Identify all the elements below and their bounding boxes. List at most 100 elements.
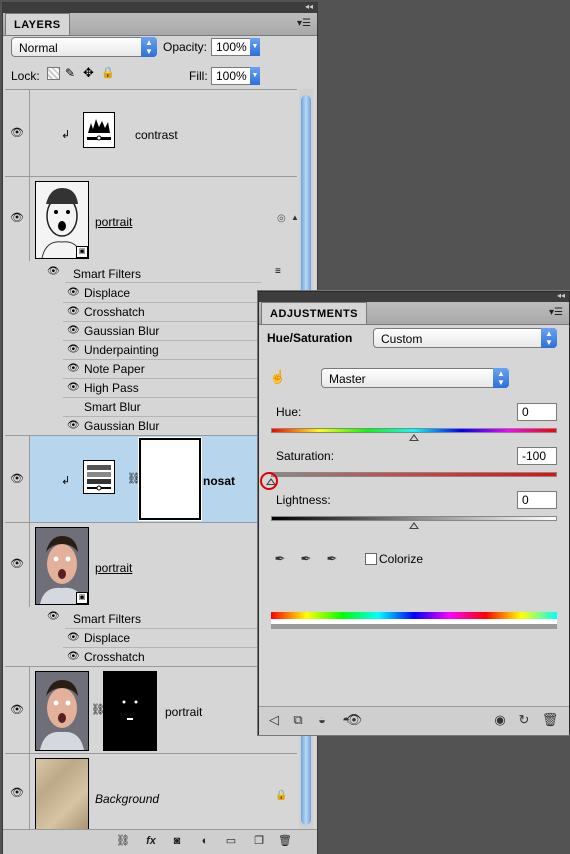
layer-name[interactable]: portrait bbox=[95, 561, 132, 575]
smart-filter-row[interactable]: 👁 Crosshatch bbox=[63, 303, 259, 322]
lightness-input[interactable]: 0 bbox=[517, 491, 557, 509]
layer-mask-thumbnail[interactable] bbox=[138, 437, 202, 521]
eye-icon[interactable]: 👁 bbox=[67, 303, 80, 321]
view-previous-state-icon[interactable]: ◉ bbox=[491, 711, 509, 729]
eye-icon[interactable]: 👁 bbox=[67, 360, 80, 378]
lightness-slider-track[interactable] bbox=[271, 516, 557, 521]
lock-image-icon[interactable]: ✎ bbox=[65, 66, 75, 80]
opacity-input[interactable]: 100% ▼ bbox=[211, 38, 260, 56]
layer-row-background[interactable]: 👁 Background 🔒 bbox=[5, 754, 297, 830]
eye-icon[interactable]: 👁 bbox=[9, 472, 25, 486]
layer-row-portrait-sketch[interactable]: 👁 ▣ portrait ◎ ▲ bbox=[5, 177, 299, 261]
mask-icon[interactable]: ◙ bbox=[169, 834, 185, 848]
saturation-slider-track[interactable] bbox=[271, 472, 557, 477]
levels-adjustment-thumbnail[interactable] bbox=[83, 112, 115, 148]
preset-select[interactable]: Custom ▲ ▼ bbox=[373, 328, 557, 348]
smart-filter-row[interactable]: 👁 Note Paper bbox=[63, 360, 259, 379]
opacity-dropdown-icon[interactable]: ▼ bbox=[250, 38, 260, 56]
lock-all-icon[interactable]: 🔒 bbox=[101, 66, 115, 79]
fill-input[interactable]: 100% ▼ bbox=[211, 67, 260, 85]
colorize-label[interactable]: Colorize bbox=[379, 552, 423, 566]
smart-object-thumbnail[interactable]: ▣ bbox=[35, 181, 89, 259]
eye-icon[interactable]: 👁 bbox=[9, 703, 25, 717]
link-icon[interactable]: ⛓ bbox=[115, 834, 131, 848]
layer-name[interactable]: Background bbox=[95, 792, 159, 806]
saturation-input[interactable]: -100 bbox=[517, 447, 557, 465]
hue-slider-track[interactable] bbox=[271, 428, 557, 433]
smart-filter-row[interactable]: 👁 Displace bbox=[63, 284, 259, 303]
smart-filter-row[interactable]: 👁 High Pass bbox=[63, 379, 259, 398]
smart-filter-row[interactable]: 👁 Crosshatch bbox=[63, 648, 259, 666]
targeted-adjustment-hand-icon[interactable]: ☝ bbox=[269, 368, 287, 386]
channel-select[interactable]: Master ▲ ▼ bbox=[321, 368, 509, 388]
colorize-checkbox[interactable] bbox=[365, 553, 377, 565]
adjustments-tab[interactable]: ADJUSTMENTS bbox=[261, 302, 368, 324]
adjustment-icon[interactable]: ◐ bbox=[197, 834, 213, 848]
clip-to-layer-icon[interactable]: ◒ bbox=[313, 711, 331, 729]
eye-icon[interactable]: 👁 bbox=[67, 379, 80, 397]
filter-effects-icon[interactable]: ◎ bbox=[277, 213, 286, 224]
trash-icon[interactable]: 🗑 bbox=[277, 834, 293, 848]
panel-menu-icon[interactable]: ▾☰ bbox=[549, 308, 565, 318]
lock-position-icon[interactable]: ✥ bbox=[83, 65, 94, 81]
eye-icon[interactable]: 👁 bbox=[9, 211, 25, 225]
eye-icon[interactable]: 👁 bbox=[67, 417, 80, 435]
eye-icon[interactable]: 👁 bbox=[9, 126, 25, 140]
visibility-cell[interactable]: 👁 bbox=[5, 754, 30, 829]
expand-view-icon[interactable]: ⧉ bbox=[289, 711, 307, 729]
collapse-icon[interactable]: ◂◂ bbox=[557, 291, 565, 300]
eye-icon[interactable]: 👁 bbox=[67, 341, 80, 359]
smart-filter-row[interactable]: 👁 Underpainting bbox=[63, 341, 259, 360]
fx-icon[interactable]: fx bbox=[143, 834, 159, 848]
eye-icon[interactable]: 👁 bbox=[67, 648, 80, 666]
layer-thumbnail[interactable] bbox=[35, 671, 89, 751]
layer-name[interactable]: contrast bbox=[135, 128, 178, 142]
fill-dropdown-icon[interactable]: ▼ bbox=[250, 67, 260, 85]
layers-tab[interactable]: LAYERS bbox=[5, 13, 70, 35]
hue-input[interactable]: 0 bbox=[517, 403, 557, 421]
eye-icon[interactable]: 👁 bbox=[47, 266, 60, 277]
eye-icon[interactable]: 👁 bbox=[345, 711, 363, 729]
lightness-slider-handle[interactable] bbox=[409, 522, 419, 529]
layer-row-contrast[interactable]: 👁 ↲ contrast bbox=[5, 90, 297, 177]
new-layer-icon[interactable]: ❐ bbox=[251, 834, 267, 848]
eyedropper-icon[interactable]: ✒ bbox=[271, 550, 289, 568]
eye-icon[interactable]: 👁 bbox=[9, 786, 25, 800]
smart-filter-row[interactable]: Smart Blur bbox=[63, 398, 259, 417]
eye-icon[interactable]: 👁 bbox=[9, 557, 25, 571]
layer-row-portrait-photo[interactable]: 👁 ▣ portrait bbox=[5, 523, 297, 607]
eyedropper-subtract-icon[interactable]: ✒ bbox=[323, 550, 341, 568]
layer-name[interactable]: nosat bbox=[203, 474, 235, 488]
visibility-cell[interactable]: 👁 bbox=[5, 667, 30, 753]
smart-filter-row[interactable]: 👁 Gaussian Blur bbox=[63, 417, 259, 436]
background-thumbnail[interactable] bbox=[35, 758, 89, 830]
eye-icon[interactable]: 👁 bbox=[67, 284, 80, 302]
trash-icon[interactable]: 🗑 bbox=[541, 711, 559, 729]
lock-transparency-icon[interactable] bbox=[47, 67, 60, 80]
visibility-cell[interactable]: 👁 bbox=[5, 523, 30, 607]
filter-options-icon[interactable]: ≡ bbox=[275, 266, 281, 277]
layer-name[interactable]: portrait bbox=[95, 215, 132, 229]
collapse-triangle-icon[interactable]: ▲ bbox=[291, 213, 299, 222]
smart-filter-row[interactable]: 👁 Displace bbox=[63, 629, 259, 648]
eye-icon[interactable]: 👁 bbox=[67, 629, 80, 647]
smart-object-thumbnail[interactable]: ▣ bbox=[35, 527, 89, 605]
folder-icon[interactable]: ▭ bbox=[223, 834, 239, 848]
hue-saturation-thumbnail[interactable] bbox=[83, 460, 115, 494]
hue-slider-handle[interactable] bbox=[409, 434, 419, 441]
panel-title-strip[interactable]: ◂◂ bbox=[3, 2, 317, 13]
layer-mask-thumbnail[interactable] bbox=[103, 671, 157, 751]
panel-title-strip[interactable]: ◂◂ bbox=[259, 291, 569, 302]
reset-icon[interactable]: ↻ bbox=[515, 711, 533, 729]
blend-mode-select[interactable]: Normal ▲ ▼ bbox=[11, 37, 157, 57]
eye-icon[interactable]: 👁 bbox=[47, 611, 60, 622]
back-arrow-icon[interactable]: ◁ bbox=[265, 711, 283, 729]
visibility-cell[interactable]: 👁 bbox=[5, 90, 30, 176]
smart-filter-row[interactable]: 👁 Gaussian Blur bbox=[63, 322, 259, 341]
collapse-icon[interactable]: ◂◂ bbox=[305, 2, 313, 11]
layer-name[interactable]: portrait bbox=[165, 705, 202, 719]
eyedropper-add-icon[interactable]: ✒ bbox=[297, 550, 315, 568]
eye-icon[interactable]: 👁 bbox=[67, 322, 80, 340]
layer-row-portrait-masked[interactable]: 👁 ⛓ portrait bbox=[5, 667, 297, 754]
visibility-cell[interactable]: 👁 bbox=[5, 436, 30, 522]
